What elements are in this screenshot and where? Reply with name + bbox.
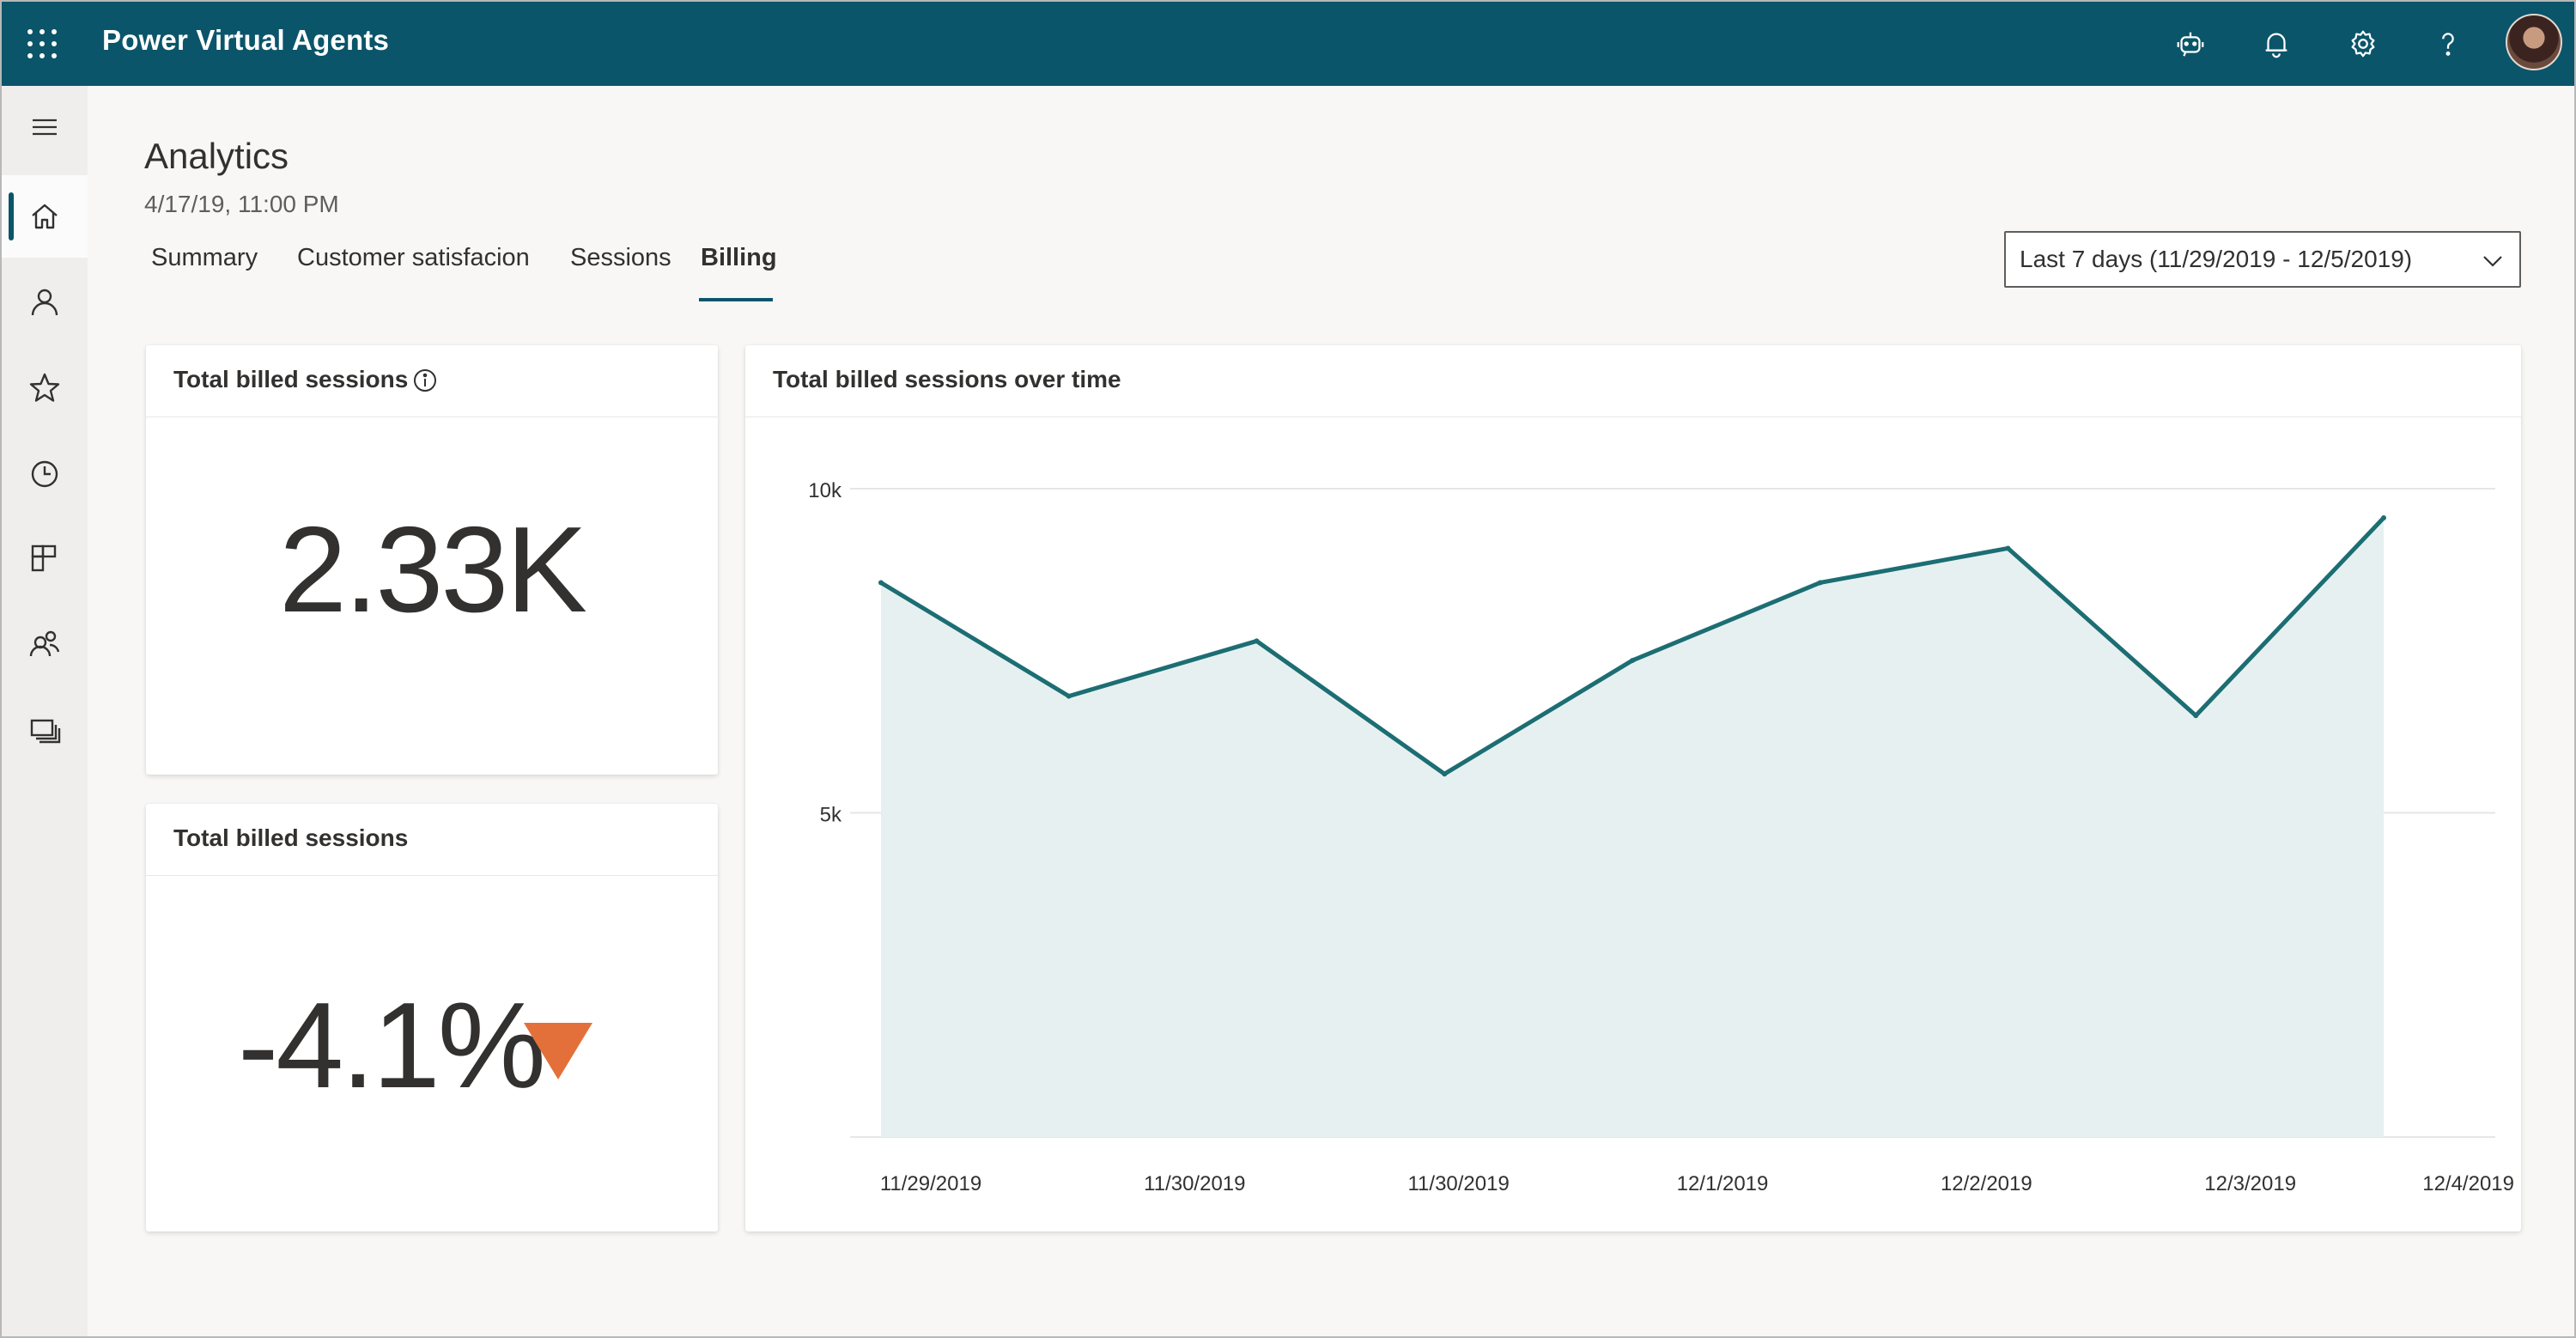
page-title: Analytics xyxy=(144,136,289,176)
app-title: Power Virtual Agents xyxy=(102,24,390,56)
tab-summary[interactable]: Summary xyxy=(151,244,258,272)
active-tab-indicator xyxy=(699,298,773,301)
x-tick-label: 12/2/2019 xyxy=(1941,1172,2032,1195)
billed-change-card: Total billed sessions -4.1% xyxy=(146,804,718,1232)
data-point[interactable] xyxy=(878,580,884,586)
y-tick-label: 5k xyxy=(820,804,842,827)
hamburger-icon[interactable] xyxy=(2,86,88,168)
data-point[interactable] xyxy=(2381,514,2386,520)
data-point[interactable] xyxy=(2005,545,2011,551)
gear-icon[interactable] xyxy=(2343,24,2383,64)
clock-icon[interactable] xyxy=(2,433,88,515)
left-nav-rail xyxy=(2,86,88,1336)
billed-sessions-chart: 10k 5k 11/29/2019 11/30/2019 11/30/2019 12/1/… xyxy=(808,479,2514,1195)
data-point[interactable] xyxy=(2193,713,2199,719)
data-point[interactable] xyxy=(1817,580,1823,586)
data-point[interactable] xyxy=(1630,658,1635,664)
help-icon[interactable] xyxy=(2428,24,2468,64)
x-tick-label: 12/3/2019 xyxy=(2204,1172,2296,1195)
star-icon[interactable] xyxy=(2,347,88,429)
x-tick-label: 11/30/2019 xyxy=(1407,1172,1509,1195)
data-point[interactable] xyxy=(1442,771,1448,777)
app-window: Power Virtual Agents Analytics 4/17/19, … xyxy=(0,0,2576,1338)
user-avatar[interactable] xyxy=(2506,14,2562,70)
trend-down-icon xyxy=(524,1023,592,1080)
card-title: Total billed sessions xyxy=(173,366,409,392)
bell-icon[interactable] xyxy=(2257,24,2296,64)
stack-icon[interactable] xyxy=(2,689,88,771)
chevron-down-icon xyxy=(2483,256,2502,267)
x-tick-label: 11/30/2019 xyxy=(1144,1172,1245,1195)
app-launcher-icon[interactable] xyxy=(27,29,57,58)
series-area xyxy=(881,517,2384,1137)
x-tick-label: 12/4/2019 xyxy=(2422,1172,2514,1195)
info-icon[interactable] xyxy=(412,368,438,393)
home-icon[interactable] xyxy=(2,175,88,258)
date-range-dropdown[interactable]: Last 7 days (11/29/2019 - 12/5/2019) xyxy=(2004,231,2521,288)
people-icon[interactable] xyxy=(2,603,88,685)
data-point[interactable] xyxy=(1254,638,1260,644)
data-point[interactable] xyxy=(1066,693,1072,699)
y-tick-label: 10k xyxy=(808,479,842,502)
tab-customer-satisfaction[interactable]: Customer satisfacion xyxy=(297,244,530,272)
page-timestamp: 4/17/19, 11:00 PM xyxy=(144,191,339,217)
card-title: Total billed sessions xyxy=(173,824,409,851)
blocks-icon[interactable] xyxy=(2,517,88,599)
total-billed-value: 2.33K xyxy=(278,502,587,638)
bot-icon[interactable] xyxy=(2171,24,2210,64)
person-icon[interactable] xyxy=(2,261,88,344)
billed-over-time-card: Total billed sessions over time 10k 5k 11/… xyxy=(745,345,2521,1232)
date-range-value: Last 7 days (11/29/2019 - 12/5/2019) xyxy=(2020,246,2413,272)
tab-sessions[interactable]: Sessions xyxy=(570,244,671,272)
tab-billing[interactable]: Billing xyxy=(701,244,777,272)
total-billed-card: Total billed sessions 2.33K xyxy=(146,345,718,775)
top-bar: Power Virtual Agents xyxy=(2,2,2574,86)
x-tick-label: 12/1/2019 xyxy=(1677,1172,1769,1195)
x-tick-label: 11/29/2019 xyxy=(880,1172,981,1195)
